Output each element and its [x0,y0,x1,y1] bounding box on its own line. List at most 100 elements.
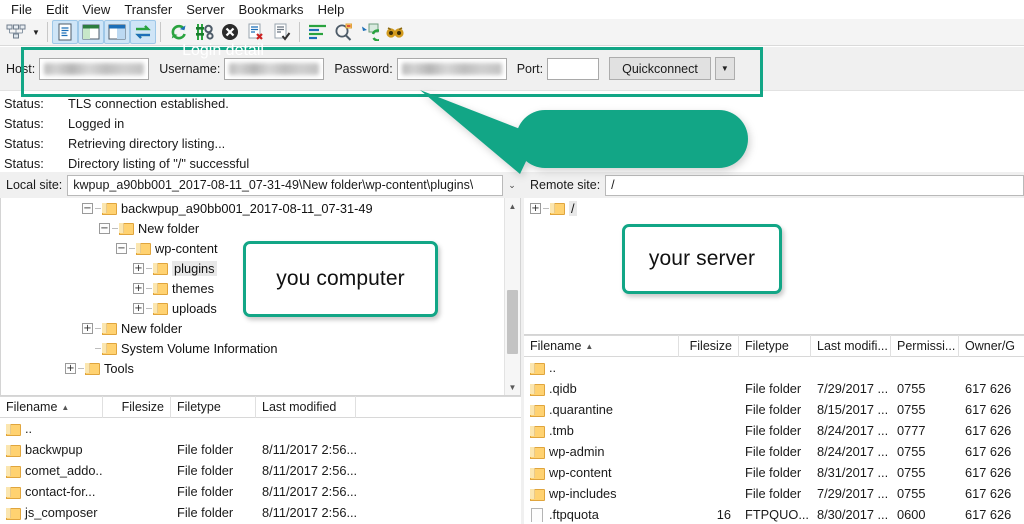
local-column-filetype[interactable]: Filetype [171,396,256,418]
tree-collapse-icon[interactable]: − [82,202,93,214]
menu-item-help[interactable]: Help [311,0,352,19]
menu-item-view[interactable]: View [75,0,117,19]
table-row[interactable]: .. [0,418,521,439]
table-row[interactable]: js_composer File folder 8/11/2017 2:56... [0,502,521,523]
scroll-down-icon[interactable]: ▼ [505,379,520,395]
remote-column-filetype[interactable]: Filetype [739,335,811,357]
table-row[interactable]: wp-content File folder 8/31/2017 ... 0755 61… [524,462,1024,483]
directory-comparison-icon[interactable] [330,20,356,44]
tree-expand-icon[interactable]: + [82,322,93,334]
folder-icon [119,222,134,235]
tree-node[interactable]: + / [524,198,1024,218]
tree-node[interactable]: − New folder [1,218,520,238]
process-queue-icon[interactable] [191,20,217,44]
site-manager-dropdown-icon[interactable]: ▼ [29,20,43,44]
username-input[interactable] [224,57,325,80]
toolbar: ▼ [0,19,1024,46]
table-row[interactable]: .qidb File folder 7/29/2017 ... 0755 617 626 [524,378,1024,399]
local-tree-vertical-scrollbar[interactable]: ▲ ▼ [504,198,520,395]
remote-column-filename[interactable]: Filename ▲ [524,335,679,357]
status-message: Logged in [68,115,125,131]
username-value-redacted [229,62,320,75]
folder-icon [6,465,21,478]
table-row[interactable]: backwpup File folder 8/11/2017 2:56... [0,439,521,460]
table-row[interactable]: wp-includes File folder 7/29/2017 ... 0755 6… [524,483,1024,504]
password-input[interactable] [396,57,507,80]
local-list-header: Filename ▲ Filesize Filetype Last modifi… [0,396,521,418]
tree-node-label: plugins [172,260,217,276]
reconnect-icon[interactable] [269,20,295,44]
table-row[interactable]: comet_addo... File folder 8/11/2017 2:56..… [0,460,521,481]
folder-icon [6,486,21,499]
toggle-remote-tree-icon[interactable] [104,20,130,44]
synchronized-browsing-icon[interactable] [356,20,382,44]
local-column-filesize[interactable]: Filesize [103,396,171,418]
menu-item-edit[interactable]: Edit [39,0,75,19]
remote-column-filesize[interactable]: Filesize [679,335,739,357]
status-key: Status: [4,95,44,111]
host-input[interactable] [39,57,150,80]
local-column-lastmodified[interactable]: Last modified [256,396,356,418]
table-row[interactable]: wp-admin File folder 8/24/2017 ... 0755 617 … [524,441,1024,462]
filename-label: .. [25,421,33,436]
tree-node[interactable]: − backwpup_a90bb001_2017-08-11_07-31-49 [1,198,520,218]
table-row[interactable]: .ftpquota 16 FTPQUO... 8/30/2017 ... 0600 617… [524,504,1024,524]
disconnect-icon[interactable] [243,20,269,44]
tree-node[interactable]: + Tools [1,358,520,378]
toggle-message-log-icon[interactable] [52,20,78,44]
tree-collapse-icon[interactable]: − [99,222,110,234]
cell-owner: 617 626 [965,402,1012,417]
cancel-operation-icon[interactable] [217,20,243,44]
menu-item-server[interactable]: Server [179,0,231,19]
refresh-icon[interactable] [165,20,191,44]
tree-node[interactable]: + New folder [1,318,520,338]
folder-icon [6,423,21,436]
table-row[interactable]: .tmb File folder 8/24/2017 ... 0777 617 626 [524,420,1024,441]
cell-permissions: 0755 [897,465,926,480]
tree-expand-icon[interactable]: + [133,262,144,274]
remote-list-header: Filename ▲ Filesize Filetype Last modifi… [524,335,1024,357]
filename-label: .tmb [549,423,574,438]
filename-label: .. [549,360,557,375]
remote-column-permissions[interactable]: Permissi... [891,335,959,357]
local-column-filename[interactable]: Filename ▲ [0,396,103,418]
find-files-icon[interactable] [382,20,408,44]
table-row[interactable]: contact-for... File folder 8/11/2017 2:56.… [0,481,521,502]
tree-node[interactable]: System Volume Information [1,338,520,358]
remote-column-lastmodified-label: Last modifi... [817,339,888,353]
scrollbar-thumb[interactable] [507,290,518,354]
tree-expand-icon[interactable]: + [530,202,541,214]
local-pane: Local site: kwpup_a90bb001_2017-08-11_07… [0,172,521,524]
your-computer-callout-label: you computer [276,267,405,290]
port-input[interactable] [547,57,600,80]
folder-icon [550,202,565,215]
local-file-list[interactable]: .. backwpup File folder 8/11/2017 2:56... co… [0,418,521,523]
cell-filetype: File folder [745,402,802,417]
tree-expand-icon[interactable]: + [133,302,144,314]
tree-node-label: backwpup_a90bb001_2017-08-11_07-31-49 [121,200,373,216]
remote-column-lastmodified[interactable]: Last modifi... [811,335,891,357]
menu-item-transfer[interactable]: Transfer [117,0,179,19]
table-row[interactable]: .quarantine File folder 8/15/2017 ... 0755 6… [524,399,1024,420]
quickconnect-dropdown-icon[interactable]: ▼ [714,57,735,80]
cell-modified: 8/11/2017 2:56... [262,442,356,457]
scroll-up-icon[interactable]: ▲ [505,198,520,214]
toggle-transfer-queue-icon[interactable] [130,20,156,44]
quickconnect-button[interactable]: Quickconnect [609,57,711,80]
site-manager-icon[interactable] [3,20,29,44]
tree-expand-icon[interactable]: + [65,362,76,374]
filter-icon[interactable] [304,20,330,44]
status-key: Status: [4,115,44,131]
remote-file-list[interactable]: .. .qidb File folder 7/29/2017 ... 0755 617 6… [524,357,1024,524]
tree-collapse-icon[interactable]: − [116,242,127,254]
table-row[interactable]: .. [524,357,1024,378]
tree-expand-icon[interactable]: + [133,282,144,294]
remote-column-owner[interactable]: Owner/G [959,335,1024,357]
folder-icon [153,262,168,275]
tree-node-label: New folder [138,220,200,236]
status-message: TLS connection established. [68,95,229,111]
menu-item-file[interactable]: File [4,0,39,19]
menu-item-bookmarks[interactable]: Bookmarks [232,0,311,19]
tree-connector-line [146,307,152,309]
toggle-local-tree-icon[interactable] [78,20,104,44]
